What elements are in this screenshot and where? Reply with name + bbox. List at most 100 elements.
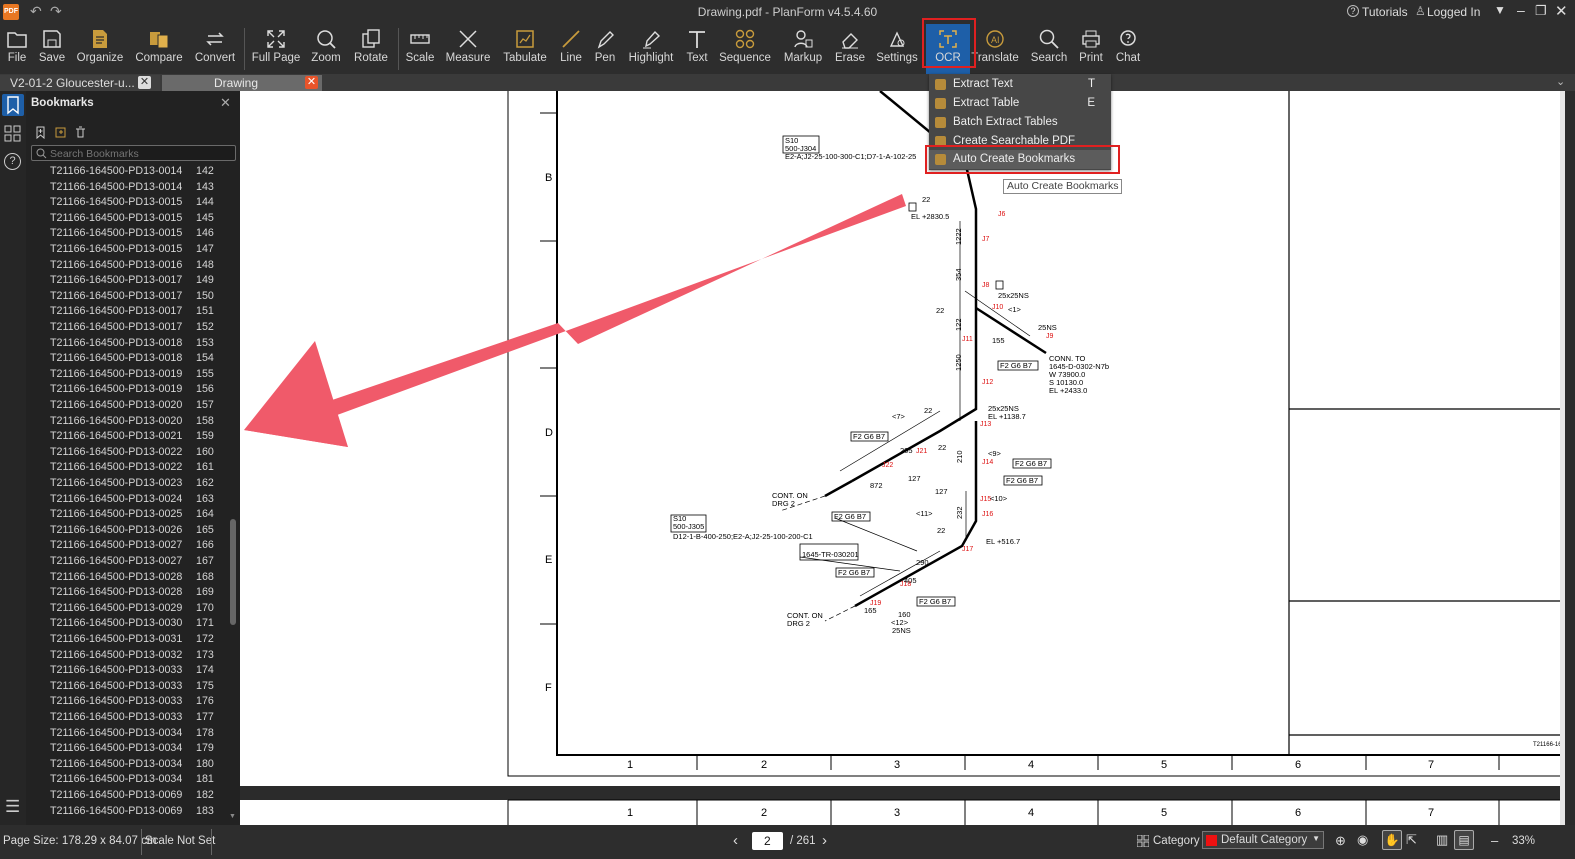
- bookmark-item[interactable]: T21166-164500-PD13-0015 146: [50, 226, 240, 242]
- toolbar-pen-button[interactable]: Pen: [588, 24, 622, 74]
- toolbar-markup-button[interactable]: Markup: [778, 24, 828, 74]
- bookmark-item[interactable]: T21166-164500-PD13-0020 157: [50, 398, 240, 414]
- prev-page-icon[interactable]: ‹: [733, 832, 738, 849]
- add-child-bookmark-icon[interactable]: [54, 126, 67, 144]
- page-number-input[interactable]: 2: [752, 832, 783, 850]
- bookmark-item[interactable]: T21166-164500-PD13-0017 152: [50, 320, 240, 336]
- bookmark-item[interactable]: T21166-164500-PD13-0034 180: [50, 757, 240, 773]
- toolbar-chat-button[interactable]: Chat: [1110, 24, 1146, 74]
- bookmark-item[interactable]: T21166-164500-PD13-0021 159: [50, 429, 240, 445]
- bookmark-item[interactable]: T21166-164500-PD13-0027 167: [50, 554, 240, 570]
- bookmark-item[interactable]: T21166-164500-PD13-0020 158: [50, 414, 240, 430]
- tutorials-link[interactable]: Tutorials: [1362, 5, 1408, 19]
- bookmark-item[interactable]: T21166-164500-PD13-0030 171: [50, 616, 240, 632]
- toolbar-search-button[interactable]: Search: [1026, 24, 1072, 74]
- bookmark-item[interactable]: T21166-164500-PD13-0018 154: [50, 351, 240, 367]
- toolbar-settings-button[interactable]: Settings: [872, 24, 922, 74]
- toolbar-measure-button[interactable]: Measure: [440, 24, 496, 74]
- bookmark-item[interactable]: T21166-164500-PD13-0033 175: [50, 679, 240, 695]
- list-menu-icon[interactable]: ☰: [5, 797, 20, 817]
- bookmark-item[interactable]: T21166-164500-PD13-0023 162: [50, 476, 240, 492]
- document-scrollbar[interactable]: [1560, 91, 1565, 825]
- menu-item-extract-table[interactable]: Extract Table E: [929, 94, 1111, 113]
- zoom-out-button[interactable]: –: [1491, 833, 1498, 848]
- bookmark-item[interactable]: T21166-164500-PD13-0025 164: [50, 507, 240, 523]
- bookmark-item[interactable]: T21166-164500-PD13-0033 177: [50, 710, 240, 726]
- toolbar-rotate-button[interactable]: Rotate: [348, 24, 394, 74]
- bookmark-item[interactable]: T21166-164500-PD13-0032 173: [50, 648, 240, 664]
- search-input[interactable]: [50, 147, 230, 160]
- tab-close-icon[interactable]: ✕: [305, 76, 318, 89]
- toolbar-organize-button[interactable]: Organize: [70, 24, 130, 74]
- bookmark-item[interactable]: T21166-164500-PD13-0028 169: [50, 585, 240, 601]
- tab-drawing[interactable]: Drawing: [162, 75, 322, 91]
- menu-item-extract-text[interactable]: Extract Text T: [929, 75, 1111, 94]
- view-eye-icon[interactable]: ◉: [1357, 832, 1368, 848]
- next-page-icon[interactable]: ›: [822, 832, 827, 849]
- toolbar-translate-button[interactable]: AI Translate: [970, 24, 1020, 74]
- bookmark-item[interactable]: T21166-164500-PD13-0022 160: [50, 445, 240, 461]
- toolbar-save-button[interactable]: Save: [34, 24, 70, 74]
- help-icon[interactable]: ?: [1347, 5, 1359, 17]
- category-select[interactable]: Default Category ▼: [1202, 831, 1324, 849]
- toolbar-compare-button[interactable]: Compare: [130, 24, 188, 74]
- bookmark-item[interactable]: T21166-164500-PD13-0014 143: [50, 180, 240, 196]
- toolbar-convert-button[interactable]: Convert: [188, 24, 242, 74]
- bookmark-item[interactable]: T21166-164500-PD13-0016 148: [50, 258, 240, 274]
- scale-label[interactable]: Scale Not Set: [145, 835, 215, 847]
- add-bookmark-icon[interactable]: [34, 126, 47, 144]
- bookmark-item[interactable]: T21166-164500-PD13-0033 174: [50, 663, 240, 679]
- hand-tool-icon[interactable]: ✋: [1382, 830, 1402, 850]
- menu-item-batch-extract-tables[interactable]: Batch Extract Tables: [929, 113, 1111, 132]
- toolbar-file-button[interactable]: File: [0, 24, 34, 74]
- tab-list-chevron-icon[interactable]: ⌄: [1556, 75, 1565, 88]
- tab-gloucester[interactable]: V2-01-2 Gloucester-u...: [0, 75, 160, 91]
- tab-close-icon[interactable]: ✕: [138, 76, 151, 89]
- delete-bookmark-icon[interactable]: [74, 126, 87, 144]
- toolbar-print-button[interactable]: Print: [1072, 24, 1110, 74]
- bookmark-search-box[interactable]: [31, 145, 236, 161]
- close-icon[interactable]: ✕: [1555, 2, 1568, 20]
- toolbar-tabulate-button[interactable]: Tabulate: [498, 24, 552, 74]
- bookmark-item[interactable]: T21166-164500-PD13-0034 179: [50, 741, 240, 757]
- minimize-icon[interactable]: –: [1517, 2, 1525, 18]
- restore-icon[interactable]: ❐: [1535, 3, 1547, 19]
- bookmark-item[interactable]: T21166-164500-PD13-0017 151: [50, 304, 240, 320]
- bookmark-item[interactable]: T21166-164500-PD13-0028 168: [50, 570, 240, 586]
- bookmark-item[interactable]: T21166-164500-PD13-0026 165: [50, 523, 240, 539]
- bookmark-item[interactable]: T21166-164500-PD13-0033 176: [50, 694, 240, 710]
- bookmark-item[interactable]: T21166-164500-PD13-0018 153: [50, 336, 240, 352]
- bookmark-item[interactable]: T21166-164500-PD13-0069 182: [50, 788, 240, 804]
- bookmark-item[interactable]: T21166-164500-PD13-0027 166: [50, 538, 240, 554]
- bookmark-item[interactable]: T21166-164500-PD13-0015 145: [50, 211, 240, 227]
- bookmark-item[interactable]: T21166-164500-PD13-0015 144: [50, 195, 240, 211]
- bookmark-item[interactable]: T21166-164500-PD13-0024 163: [50, 492, 240, 508]
- logged-in-label[interactable]: Logged In: [1427, 5, 1480, 19]
- bookmark-item[interactable]: T21166-164500-PD13-0029 170: [50, 601, 240, 617]
- bookmark-item[interactable]: T21166-164500-PD13-0069 183: [50, 804, 240, 820]
- bookmark-item[interactable]: T21166-164500-PD13-0017 150: [50, 289, 240, 305]
- zoom-level[interactable]: 33%: [1512, 835, 1535, 847]
- toolbar-line-button[interactable]: Line: [554, 24, 588, 74]
- toolbar-highlight-button[interactable]: Highlight: [624, 24, 678, 74]
- toolbar-scale-button[interactable]: Scale: [400, 24, 440, 74]
- toolbar-text-button[interactable]: Text: [680, 24, 714, 74]
- help-circle-icon[interactable]: ?: [4, 153, 21, 170]
- bookmark-item[interactable]: T21166-164500-PD13-0017 149: [50, 273, 240, 289]
- bookmark-item[interactable]: T21166-164500-PD13-0019 155: [50, 367, 240, 383]
- bookmark-item[interactable]: T21166-164500-PD13-0022 161: [50, 460, 240, 476]
- user-icon[interactable]: ♙: [1415, 4, 1426, 18]
- toolbar-full-page-button[interactable]: Full Page: [250, 24, 302, 74]
- toolbar-sequence-button[interactable]: Sequence: [716, 24, 774, 74]
- bookmark-item[interactable]: T21166-164500-PD13-0031 172: [50, 632, 240, 648]
- select-tool-icon[interactable]: ⇱: [1406, 832, 1417, 848]
- bookmark-item[interactable]: T21166-164500-PD13-0034 178: [50, 726, 240, 742]
- bookmark-item[interactable]: T21166-164500-PD13-0034 181: [50, 772, 240, 788]
- menu-dropdown-icon[interactable]: ▼: [1494, 3, 1506, 17]
- thumbnails-icon[interactable]: [4, 125, 22, 148]
- scroll-down-arrow-icon[interactable]: ▼: [229, 813, 236, 820]
- bookmark-item[interactable]: T21166-164500-PD13-0015 147: [50, 242, 240, 258]
- bookmark-item[interactable]: T21166-164500-PD13-0014 142: [50, 164, 240, 180]
- toolbar-zoom-button[interactable]: Zoom: [304, 24, 348, 74]
- toolbar-erase-button[interactable]: Erase: [830, 24, 870, 74]
